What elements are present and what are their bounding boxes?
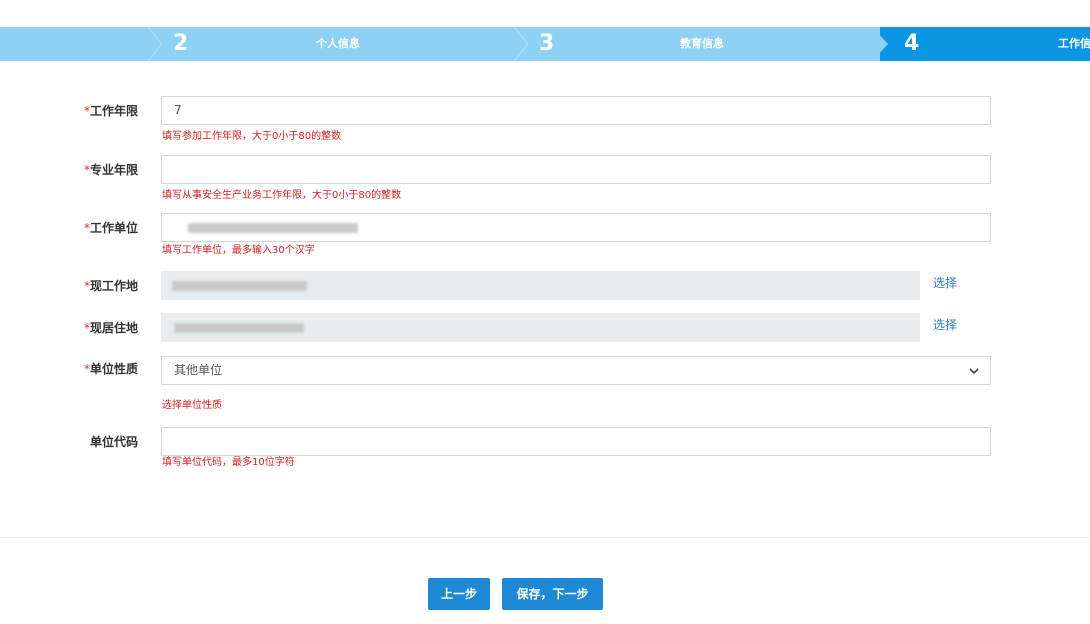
professional-years-label-text: 专业年限 <box>89 163 138 177</box>
employer-label: *工作单位 <box>56 220 138 236</box>
step-active-arrow <box>872 27 888 61</box>
employer-input[interactable] <box>161 213 991 242</box>
unit-type-label: *单位性质 <box>56 361 138 377</box>
unit-code-label: 单位代码 <box>89 435 138 449</box>
step-4-number: 4 <box>904 31 920 56</box>
residence-input[interactable] <box>161 313 920 342</box>
unit-type-selected-value: 其他单位 <box>174 363 223 377</box>
step-2-number: 2 <box>173 31 189 56</box>
work-years-label: *工作年限 <box>56 103 138 119</box>
unit-type-select[interactable]: 其他单位 <box>161 356 991 385</box>
work-years-label-text: 工作年限 <box>89 104 138 118</box>
step-3-label: 教育信息 <box>680 37 724 50</box>
employer-label-text: 工作单位 <box>89 221 138 235</box>
save-next-button[interactable]: 保存，下一步 <box>502 578 603 610</box>
work-location-input[interactable] <box>161 271 920 300</box>
step-progress-bar: 2 个人信息 3 教育信息 4 工作信 <box>0 27 1090 61</box>
step-separator-icon <box>147 27 163 61</box>
step-3-number: 3 <box>539 31 555 56</box>
employer-hint: 填写工作单位，最多输入30个汉字 <box>162 245 315 256</box>
unit-type-hint: 选择单位性质 <box>162 400 222 411</box>
work-years-hint: 填写参加工作年限，大于0小于80的整数 <box>162 131 342 142</box>
previous-step-button[interactable]: 上一步 <box>428 578 490 610</box>
professional-years-input[interactable] <box>161 155 991 184</box>
step-separator-icon <box>513 27 529 61</box>
professional-years-label: *专业年限 <box>56 162 138 178</box>
professional-years-hint: 填写从事安全生产业务工作年限，大于0小于80的整数 <box>162 190 402 201</box>
redacted-text <box>174 323 304 333</box>
chevron-down-icon <box>969 368 979 375</box>
choose-residence-link[interactable]: 选择 <box>933 317 957 333</box>
step-4-label: 工作信 <box>1058 37 1090 50</box>
work-location-label-text: 现工作地 <box>89 279 138 293</box>
residence-label-text: 现居住地 <box>89 321 138 335</box>
unit-type-label-text: 单位性质 <box>89 362 138 376</box>
footer-divider <box>0 537 1090 538</box>
work-location-label: *现工作地 <box>56 278 138 294</box>
unit-code-input[interactable] <box>161 427 991 456</box>
redacted-text <box>172 281 307 291</box>
unit-code-hint: 填写单位代码，最多10位字符 <box>162 457 295 468</box>
step-2-label: 个人信息 <box>316 37 360 50</box>
redacted-text <box>188 223 358 233</box>
residence-label: *现居住地 <box>56 320 138 336</box>
work-years-input[interactable]: 7 <box>161 96 991 125</box>
choose-work-location-link[interactable]: 选择 <box>933 275 957 291</box>
